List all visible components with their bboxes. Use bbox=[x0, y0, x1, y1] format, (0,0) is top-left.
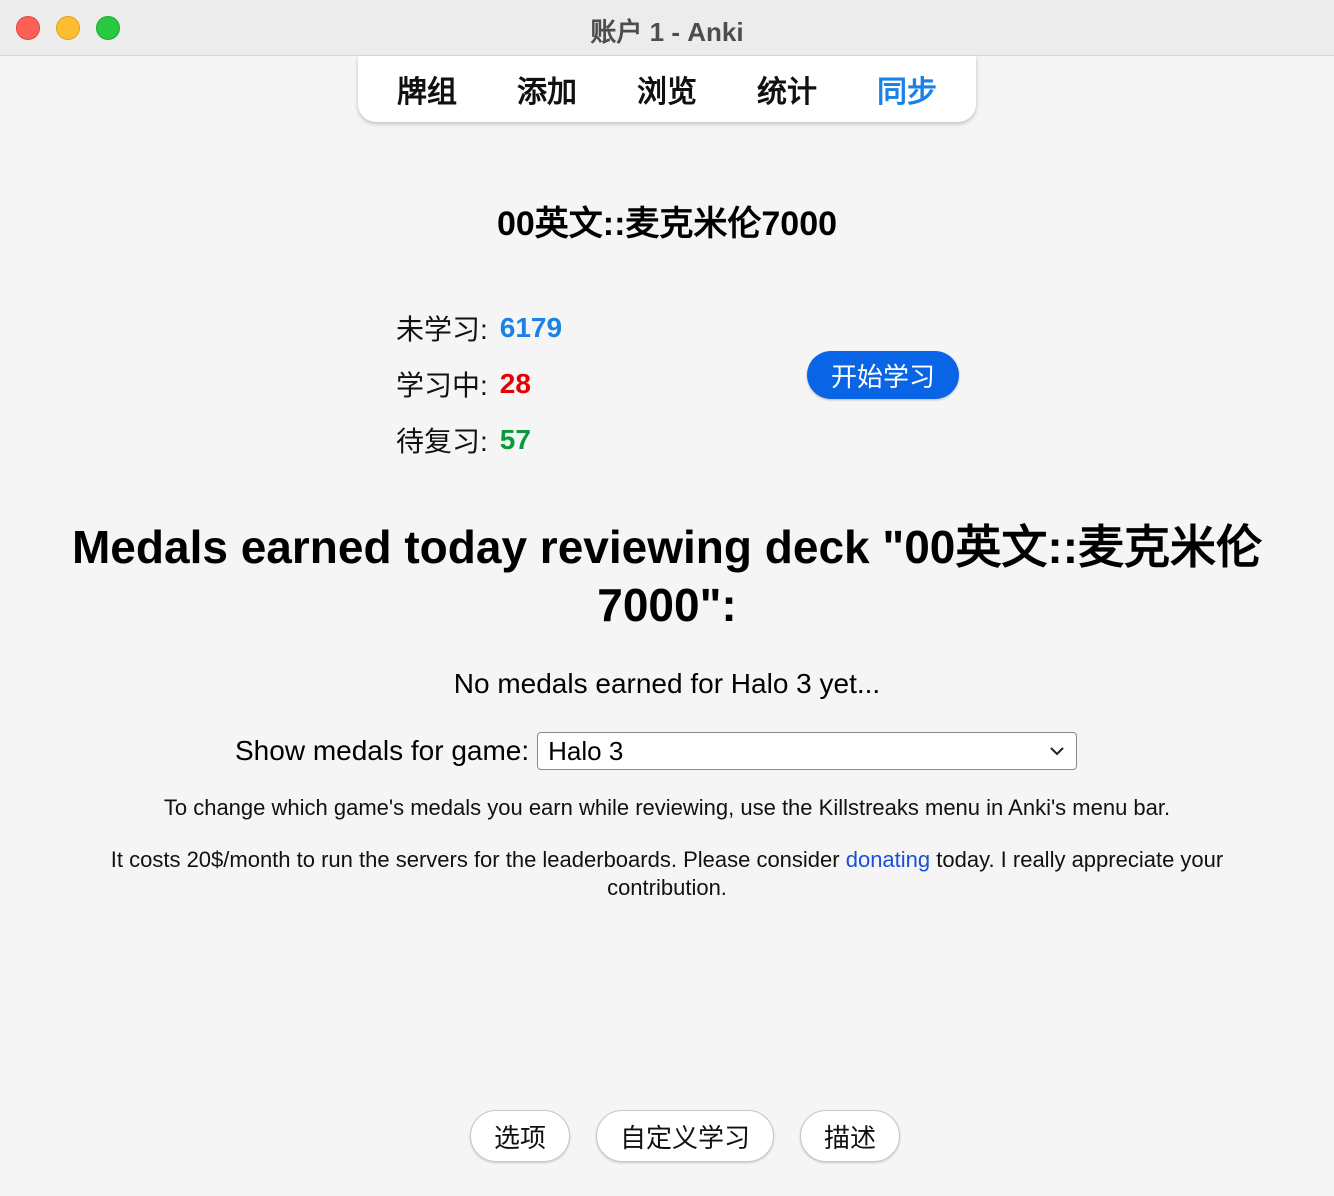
options-button[interactable]: 选项 bbox=[470, 1110, 570, 1162]
toolbar-sync[interactable]: 同步 bbox=[847, 67, 967, 111]
description-button[interactable]: 描述 bbox=[800, 1110, 900, 1162]
title-bar: 账户 1 - Anki bbox=[0, 0, 1334, 56]
main-toolbar: 牌组 添加 浏览 统计 同步 bbox=[358, 56, 976, 122]
stat-learning-label: 学习中: bbox=[396, 370, 488, 401]
toolbar-add[interactable]: 添加 bbox=[487, 67, 607, 111]
game-select-row: Show medals for game: Halo 3 bbox=[235, 732, 1078, 770]
study-now-button[interactable]: 开始学习 bbox=[807, 351, 959, 399]
custom-study-button[interactable]: 自定义学习 bbox=[596, 1110, 774, 1162]
toolbar-decks[interactable]: 牌组 bbox=[367, 67, 487, 111]
window-title: 账户 1 - Anki bbox=[590, 17, 744, 47]
no-medals-text: No medals earned for Halo 3 yet... bbox=[453, 668, 881, 699]
deck-title: 00英文::麦克米伦7000 bbox=[496, 205, 838, 243]
toolbar-stats[interactable]: 统计 bbox=[727, 67, 847, 111]
donate-link[interactable]: donating bbox=[846, 847, 930, 872]
stat-new-label: 未学习: bbox=[396, 314, 488, 345]
stat-learning-value: 28 bbox=[499, 368, 531, 399]
stat-new: 未学习: 6179 bbox=[396, 300, 562, 356]
game-select-value: Halo 3 bbox=[548, 735, 624, 766]
deck-stats: 未学习: 6179 学习中: 28 待复习: 57 bbox=[396, 300, 562, 468]
anki-window: 账户 1 - Anki 牌组 添加 浏览 统计 同步 00英文::麦克米伦700… bbox=[0, 0, 1334, 1196]
stat-learning: 学习中: 28 bbox=[396, 356, 562, 412]
stat-new-value: 6179 bbox=[499, 312, 563, 343]
chevron-down-icon bbox=[1050, 747, 1064, 756]
game-select-label: Show medals for game: bbox=[235, 735, 530, 766]
killstreaks-info: To change which game's medals you earn w… bbox=[163, 795, 1171, 820]
game-select[interactable]: Halo 3 bbox=[537, 732, 1078, 770]
stat-review: 待复习: 57 bbox=[396, 412, 562, 468]
medals-heading: Medals earned today reviewing deck "00英文… bbox=[71, 521, 1263, 631]
donation-prefix: It costs 20$/month to run the servers fo… bbox=[110, 847, 846, 872]
deck-footer: 选项 自定义学习 描述 bbox=[0, 1110, 1334, 1162]
toolbar-browse[interactable]: 浏览 bbox=[607, 67, 727, 111]
donation-message: It costs 20$/month to run the servers fo… bbox=[60, 846, 1274, 902]
stat-review-value: 57 bbox=[499, 424, 531, 455]
stat-review-label: 待复习: bbox=[396, 426, 488, 457]
